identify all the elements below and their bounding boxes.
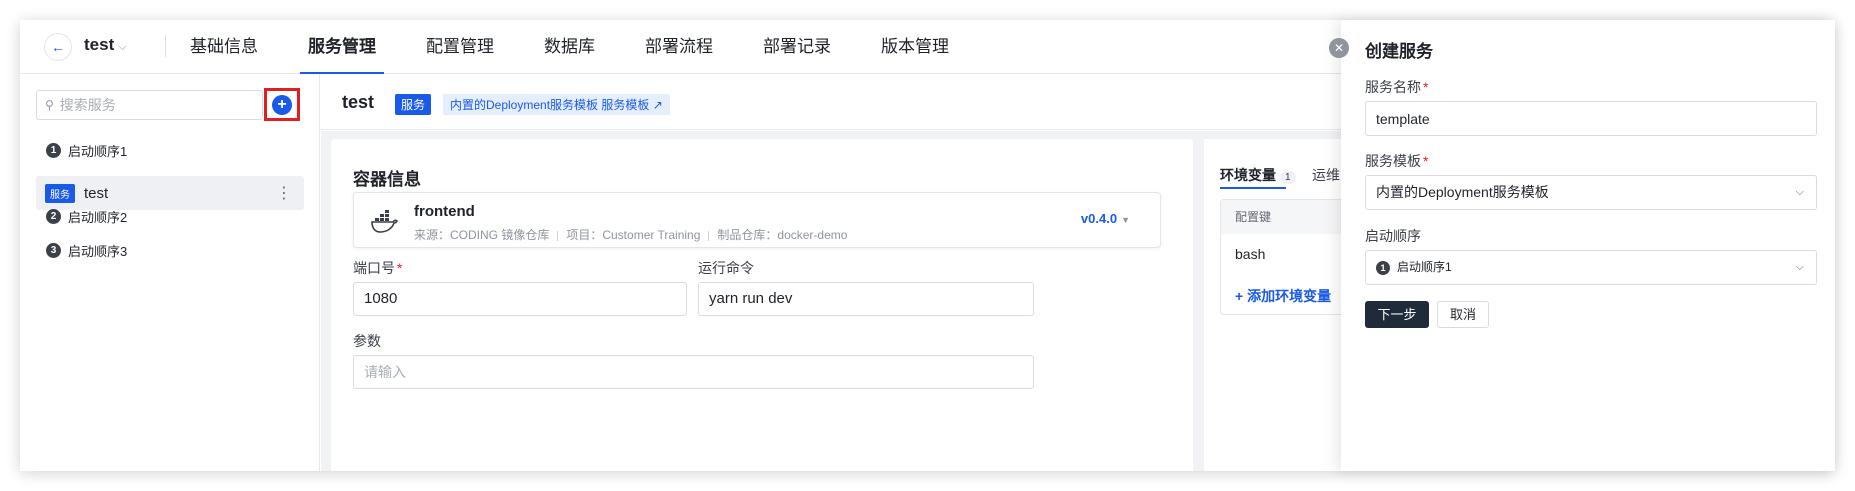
command-input[interactable]: yarn run dev [698, 282, 1034, 316]
chevron-down-icon: ⌵ [1795, 261, 1804, 273]
template-label: 服务模板 * [1365, 153, 1429, 169]
order-label: 启动顺序 [1365, 228, 1421, 244]
args-label: 参数 [353, 333, 381, 349]
env-count-badge: 1 [1280, 171, 1296, 184]
order-select[interactable]: 1 启动顺序1 ⌵ [1365, 250, 1817, 285]
tab-version-management[interactable]: 版本管理 [881, 20, 949, 74]
group-order-3[interactable]: 3 启动顺序3 [46, 241, 127, 260]
args-input[interactable]: 请输入 [353, 355, 1034, 389]
image-meta: 来源：CODING 镜像仓库 项目：Customer Training 制品仓库：d… [414, 226, 847, 243]
group-label: 启动顺序1 [68, 144, 128, 159]
tab-service-management[interactable]: 服务管理 [300, 20, 384, 74]
image-project: 项目：Customer Training [566, 228, 701, 242]
required-mark: * [1423, 153, 1429, 169]
service-badge: 服务 [395, 94, 432, 115]
search-input[interactable] [59, 97, 240, 113]
group-label: 启动顺序3 [68, 244, 128, 259]
docker-icon [370, 207, 398, 235]
order-number: 3 [46, 243, 61, 258]
image-source: 来源：CODING 镜像仓库 [414, 228, 550, 242]
search-icon: ⚲ [45, 98, 54, 112]
active-tab-indicator [1220, 187, 1286, 189]
close-icon: ✕ [1333, 41, 1345, 55]
more-icon[interactable]: ⋮ [276, 183, 292, 203]
arrow-left-icon: ← [51, 39, 65, 55]
tab-ops[interactable]: 运维 [1312, 165, 1340, 185]
template-select[interactable]: 内置的Deployment服务模板 ⌵ [1365, 175, 1817, 210]
group-label: 启动顺序2 [68, 210, 128, 225]
add-service-button[interactable]: + [272, 94, 292, 115]
plus-icon: + [277, 95, 287, 113]
project-name: test [84, 35, 115, 54]
version-value: v0.4.0 [1080, 211, 1118, 226]
order-number: 1 [46, 143, 61, 158]
service-name-input[interactable] [1365, 101, 1817, 136]
image-repo: 制品仓库：docker-demo [717, 228, 848, 242]
add-service-highlight: + [264, 88, 300, 121]
service-badge: 服务 [45, 183, 75, 203]
service-title: test [342, 92, 375, 112]
service-name: test [84, 184, 109, 202]
group-order-2[interactable]: 2 启动顺序2 [46, 207, 127, 226]
port-label: 端口号 * [353, 260, 403, 276]
service-list-panel: ⚲ + 1 启动顺序1 服务 test ⋮ 2 启动顺序2 3 启动顺序3 [20, 74, 320, 471]
add-env-button[interactable]: + 添加环境变量 [1235, 286, 1331, 306]
version-select[interactable]: v0.4.0 ▼ [1081, 211, 1130, 226]
container-info-card: 容器信息 frontend 来源：CODING 镜像仓库 项目：Customer… [331, 139, 1193, 471]
next-step-button[interactable]: 下一步 [1365, 301, 1429, 328]
nav-tabs: 基础信息 服务管理 配置管理 数据库 部署流程 部署记录 版本管理 [190, 20, 999, 74]
caret-down-icon: ▼ [1121, 215, 1130, 225]
port-input[interactable]: 1080 [353, 282, 687, 316]
create-service-drawer: ✕ 创建服务 服务名称* 服务模板* 内置的Deployment服务模板 ⌵ 启… [1329, 20, 1835, 471]
image-name: frontend [414, 203, 475, 220]
close-button[interactable]: ✕ [1329, 38, 1349, 58]
image-selector[interactable]: frontend 来源：CODING 镜像仓库 项目：Customer Train… [353, 192, 1161, 248]
meta-divider [557, 230, 559, 241]
nav-divider [165, 35, 166, 57]
order-number: 2 [46, 209, 61, 224]
meta-divider [708, 230, 710, 241]
tab-env-vars[interactable]: 环境变量 1 [1220, 165, 1296, 185]
service-name-label: 服务名称 * [1365, 79, 1429, 95]
tab-basic-info[interactable]: 基础信息 [190, 20, 258, 74]
service-list-item[interactable]: 服务 test ⋮ [36, 176, 304, 210]
project-switcher[interactable]: test ⌵ [84, 35, 127, 55]
required-mark: * [397, 260, 403, 276]
chevron-down-icon: ⌵ [1795, 186, 1804, 198]
tab-deploy-records[interactable]: 部署记录 [763, 20, 831, 74]
command-label: 运行命令 [698, 260, 754, 276]
section-title: 容器信息 [353, 170, 421, 189]
env-key-cell: bash [1235, 246, 1266, 262]
template-value: 内置的Deployment服务模板 [1376, 184, 1549, 200]
drawer-title: 创建服务 [1365, 42, 1433, 61]
group-order-1[interactable]: 1 启动顺序1 [46, 141, 127, 160]
order-number: 1 [1376, 260, 1390, 275]
template-link[interactable]: 内置的Deployment服务模板 服务模板 ↗ [443, 94, 670, 115]
required-mark: * [1423, 79, 1429, 95]
cancel-button[interactable]: 取消 [1437, 301, 1489, 328]
order-value: 启动顺序1 [1397, 260, 1452, 274]
back-button[interactable]: ← [44, 33, 72, 61]
tab-config-management[interactable]: 配置管理 [426, 20, 494, 74]
search-box: ⚲ [36, 90, 263, 120]
chevron-down-icon: ⌵ [118, 41, 127, 53]
tab-deploy-flow[interactable]: 部署流程 [645, 20, 713, 74]
tab-database[interactable]: 数据库 [544, 20, 595, 74]
